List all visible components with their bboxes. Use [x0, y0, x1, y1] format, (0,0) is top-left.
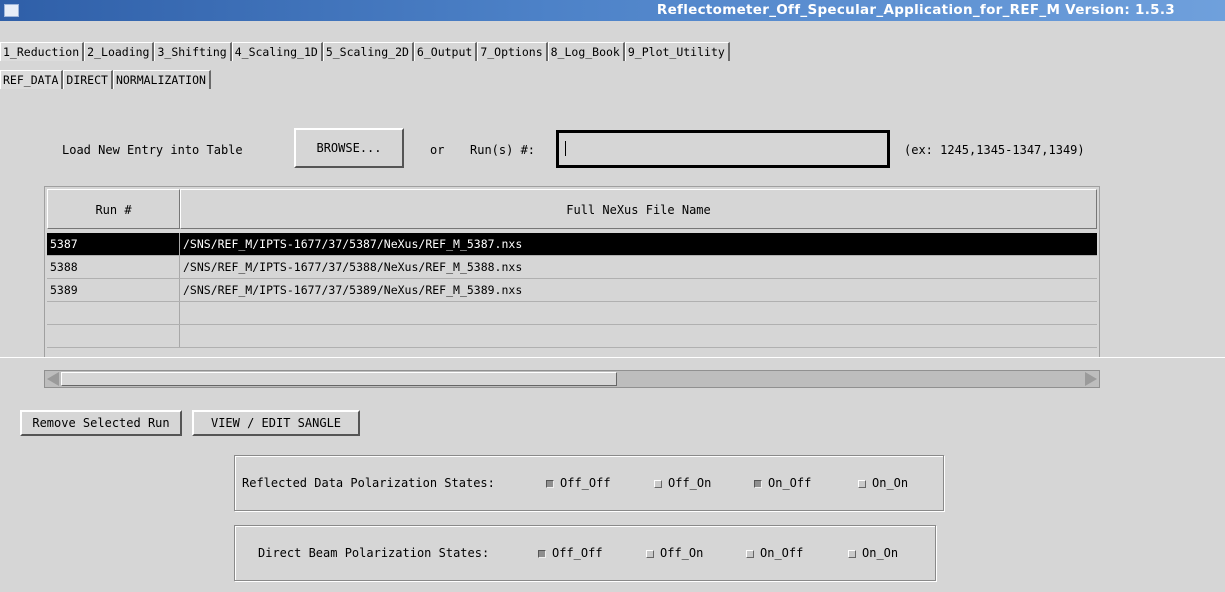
tab-shifting[interactable]: 3_Shifting [154, 42, 232, 61]
subtab-normalization[interactable]: NORMALIZATION [112, 70, 211, 89]
reflected-on-off-checkbox[interactable]: On_Off [754, 476, 811, 490]
tab-log-book[interactable]: 8_Log_Book [547, 42, 625, 61]
cell-run: 5388 [47, 256, 180, 278]
checkbox-label: On_Off [768, 476, 812, 490]
runs-table[interactable]: Run # Full NeXus File Name 5387 /SNS/REF… [44, 186, 1100, 358]
checkbox-unchecked-icon [646, 550, 654, 558]
column-header-run[interactable]: Run # [47, 189, 180, 229]
run-number-field[interactable] [556, 130, 890, 168]
tab-loading[interactable]: 2_Loading [84, 42, 155, 61]
cell-run: 5389 [47, 279, 180, 301]
cell-file: /SNS/REF_M/IPTS-1677/37/5387/NeXus/REF_M… [183, 237, 523, 251]
tab-output[interactable]: 6_Output [413, 42, 478, 61]
window-titlebar[interactable]: Reflectometer_Off_Specular_Application_f… [0, 0, 1225, 21]
direct-off-on-checkbox[interactable]: Off_On [646, 546, 703, 560]
tab-scaling-1d[interactable]: 4_Scaling_1D [231, 42, 323, 61]
column-header-file[interactable]: Full NeXus File Name [180, 189, 1097, 229]
table-row[interactable] [47, 325, 1097, 348]
checkbox-checked-icon [538, 550, 546, 558]
direct-on-off-checkbox[interactable]: On_Off [746, 546, 803, 560]
direct-off-off-checkbox[interactable]: Off_Off [538, 546, 603, 560]
browse-button[interactable]: BROWSE... [294, 128, 404, 168]
table-row[interactable]: 5389 /SNS/REF_M/IPTS-1677/37/5389/NeXus/… [47, 279, 1097, 302]
checkbox-label: Off_On [660, 546, 704, 560]
cell-file [180, 325, 1097, 347]
checkbox-label: Off_On [668, 476, 712, 490]
table-row[interactable]: 5388 /SNS/REF_M/IPTS-1677/37/5388/NeXus/… [47, 256, 1097, 279]
reflected-off-off-checkbox[interactable]: Off_Off [546, 476, 611, 490]
tab-scaling-2d[interactable]: 5_Scaling_2D [322, 42, 414, 61]
window-title: Reflectometer_Off_Specular_Application_f… [656, 2, 1175, 18]
checkbox-unchecked-icon [848, 550, 856, 558]
subtab-ref-data[interactable]: REF_DATA [0, 70, 64, 89]
reflected-off-on-checkbox[interactable]: Off_On [654, 476, 711, 490]
checkbox-checked-icon [546, 480, 554, 488]
scroll-right-icon[interactable] [1085, 372, 1097, 386]
runs-label: Run(s) #: [470, 143, 536, 157]
table-header: Run # Full NeXus File Name [47, 189, 1097, 229]
divider-line [0, 357, 1225, 358]
run-example-label: (ex: 1245,1345-1347,1349) [904, 143, 1085, 157]
tab-plot-utility[interactable]: 9_Plot_Utility [624, 42, 730, 61]
direct-on-on-checkbox[interactable]: On_On [848, 546, 898, 560]
reflected-on-on-checkbox[interactable]: On_On [858, 476, 908, 490]
subtab-direct[interactable]: DIRECT [63, 70, 113, 89]
checkbox-unchecked-icon [746, 550, 754, 558]
scrollbar-thumb[interactable] [61, 372, 617, 386]
checkbox-label: On_On [872, 476, 909, 490]
tab-reduction[interactable]: 1_Reduction [0, 42, 85, 61]
checkbox-label: On_Off [760, 546, 804, 560]
checkbox-unchecked-icon [858, 480, 866, 488]
table-row[interactable] [47, 302, 1097, 325]
cell-file [180, 302, 1097, 324]
run-number-input[interactable] [559, 133, 887, 165]
window-menu-icon[interactable] [4, 4, 19, 17]
cell-run: 5387 [47, 233, 180, 255]
cell-file: /SNS/REF_M/IPTS-1677/37/5389/NeXus/REF_M… [183, 283, 523, 297]
reflected-polarization-label: Reflected Data Polarization States: [242, 476, 495, 490]
or-label: or [430, 143, 445, 157]
tab-options[interactable]: 7_Options [477, 42, 548, 61]
view-edit-sangle-button[interactable]: VIEW / EDIT SANGLE [192, 410, 360, 436]
remove-selected-run-button[interactable]: Remove Selected Run [20, 410, 182, 436]
sub-tab-bar: REF_DATA DIRECT NORMALIZATION [0, 70, 211, 90]
load-entry-label: Load New Entry into Table [62, 143, 243, 157]
cell-file: /SNS/REF_M/IPTS-1677/37/5388/NeXus/REF_M… [183, 260, 523, 274]
text-cursor-icon [565, 141, 566, 156]
checkbox-unchecked-icon [654, 480, 662, 488]
checkbox-label: On_On [862, 546, 899, 560]
cell-run [47, 302, 180, 324]
checkbox-label: Off_Off [560, 476, 611, 490]
cell-run [47, 325, 180, 347]
scroll-left-icon[interactable] [47, 372, 59, 386]
main-tab-bar: 1_Reduction 2_Loading 3_Shifting 4_Scali… [0, 42, 730, 62]
checkbox-label: Off_Off [552, 546, 603, 560]
checkbox-checked-icon [754, 480, 762, 488]
direct-polarization-label: Direct Beam Polarization States: [258, 546, 490, 560]
table-row[interactable]: 5387 /SNS/REF_M/IPTS-1677/37/5387/NeXus/… [47, 233, 1097, 256]
table-horizontal-scrollbar[interactable] [44, 370, 1100, 388]
